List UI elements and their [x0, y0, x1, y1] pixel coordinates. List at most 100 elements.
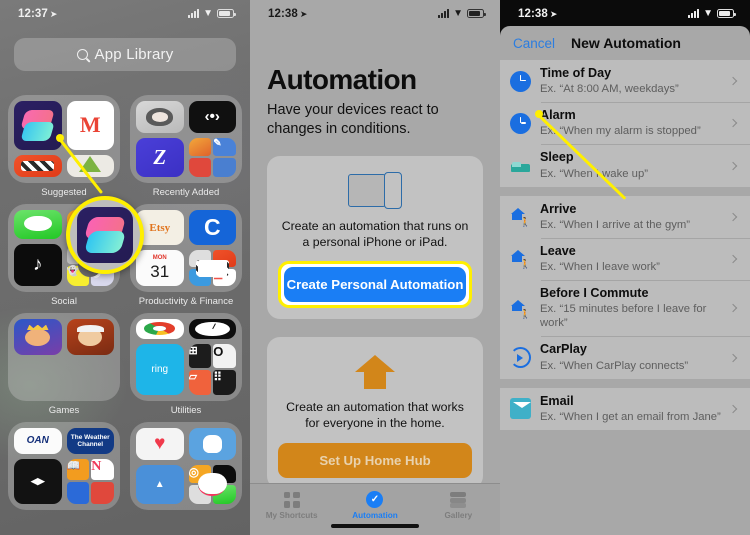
app-icon-calendar[interactable] — [136, 250, 184, 286]
house-icon — [278, 350, 472, 394]
sheet-title: New Automation — [571, 35, 681, 51]
personal-card-text: Create an automation that runs on a pers… — [281, 219, 469, 250]
create-personal-automation-button[interactable]: Create Personal Automation — [284, 267, 466, 303]
folder-games[interactable]: Games — [8, 313, 120, 416]
app-icon-more-group[interactable] — [66, 458, 114, 504]
chevron-right-icon — [728, 161, 738, 170]
stack-layers-icon — [450, 491, 467, 508]
app-icon-ring[interactable] — [136, 343, 184, 395]
app-icon-bear[interactable] — [188, 428, 236, 460]
list-item-sleep[interactable]: Sleep Ex. “When I wake up” — [500, 144, 750, 186]
app-library-search-label: App Library — [94, 46, 174, 63]
app-icon-weather-channel[interactable] — [66, 428, 114, 454]
app-icon-more-group[interactable] — [188, 464, 236, 504]
folder-label: Recently Added — [152, 187, 220, 198]
location-arrow-icon: ➤ — [49, 9, 58, 19]
status-time-right: 12:38 ➤ — [518, 8, 558, 20]
row-example: Ex. “At 8:00 AM, weekdays” — [540, 83, 679, 96]
folder-recently-added[interactable]: Recently Added — [130, 95, 242, 198]
status-bar-left: 12:37 ➤ ▼ — [0, 0, 250, 26]
status-time-left: 12:37 ➤ — [18, 8, 58, 20]
app-icon-more-group[interactable] — [188, 137, 236, 177]
app-icon-chase[interactable] — [188, 210, 236, 245]
panel-automation: 12:38 ➤ ▼ Automation Have your devices re… — [250, 0, 500, 535]
location-arrow-icon: ➤ — [299, 9, 308, 19]
list-item-time-of-day[interactable]: Time of Day Ex. “At 8:00 AM, weekdays” — [500, 60, 750, 102]
trigger-list[interactable]: Time of Day Ex. “At 8:00 AM, weekdays” A… — [500, 60, 750, 535]
app-library-search[interactable]: App Library — [14, 38, 236, 71]
list-item-carplay[interactable]: CarPlay Ex. “When CarPlay connects” — [500, 336, 750, 378]
app-icon-zinnia[interactable] — [136, 137, 184, 177]
row-title: Arrive — [540, 201, 577, 216]
app-icon-shark[interactable] — [136, 464, 184, 504]
app-icon-portrait[interactable] — [136, 101, 184, 133]
page-subtitle: Have your devices react to changes in co… — [267, 102, 439, 137]
location-arrow-icon: ➤ — [549, 9, 558, 19]
set-up-home-hub-button[interactable]: Set Up Home Hub — [278, 443, 472, 479]
app-icon-audio[interactable] — [188, 101, 236, 133]
app-icon-oan[interactable] — [14, 428, 62, 454]
row-example: Ex. “When CarPlay connects” — [540, 359, 689, 372]
app-icon-health[interactable] — [136, 428, 184, 460]
folder-label: Social — [51, 296, 77, 307]
modal-sheet: Cancel New Automation Time of Day Ex. “A… — [500, 26, 750, 535]
panel-new-automation: 12:38 ➤ ▼ Cancel New Automation Time of D… — [500, 0, 750, 535]
list-item-arrive[interactable]: 🚶 Arrive Ex. “When I arrive at the gym” — [500, 196, 750, 238]
tab-gallery[interactable]: Gallery — [417, 491, 500, 520]
app-icon-king-game[interactable] — [14, 319, 62, 355]
app-icon-messages[interactable] — [14, 210, 62, 239]
tab-label: My Shortcuts — [265, 511, 318, 520]
row-example: Ex. “When I wake up” — [540, 167, 648, 180]
shortcuts-app-magnifier — [66, 196, 144, 274]
app-icon-more-group[interactable] — [188, 343, 236, 395]
home-card-text: Create an automation that works for ever… — [286, 400, 464, 431]
tab-my-shortcuts[interactable]: My Shortcuts — [250, 491, 333, 520]
app-icon-more-group[interactable] — [188, 250, 236, 286]
list-item-before-i-commute[interactable]: 🚶 Before I Commute Ex. “15 minutes befor… — [500, 280, 750, 336]
mail-icon — [510, 398, 531, 420]
folder-label: Utilities — [170, 405, 202, 416]
folder-productivity-finance[interactable]: Productivity & Finance — [130, 204, 242, 307]
list-item-leave[interactable]: 🚶 Leave Ex. “When I leave work” — [500, 237, 750, 280]
chevron-right-icon — [728, 353, 738, 362]
app-icon-black[interactable] — [14, 458, 62, 504]
status-bar-middle: 12:38 ➤ ▼ — [250, 0, 500, 26]
chevron-right-icon — [728, 404, 738, 413]
app-icon-shortcuts[interactable] — [14, 101, 62, 150]
home-indicator — [331, 524, 419, 528]
app-icon-tiktok[interactable] — [14, 243, 62, 286]
row-title: Time of Day — [540, 66, 612, 80]
trigger-section-time: Time of Day Ex. “At 8:00 AM, weekdays” A… — [500, 60, 750, 187]
app-icon-sheikh-game[interactable] — [66, 319, 114, 355]
row-title: Alarm — [540, 108, 576, 123]
list-item-alarm[interactable]: Alarm Ex. “When my alarm is stopped” — [500, 102, 750, 144]
wifi-icon: ▼ — [453, 7, 463, 19]
app-icon-gmail[interactable] — [66, 101, 114, 150]
grid-squares-icon — [283, 491, 300, 508]
list-item-email[interactable]: Email Ex. “When I get an email from Jane… — [500, 388, 750, 430]
row-example: Ex. “When my alarm is stopped” — [540, 125, 701, 138]
status-time-middle: 12:38 ➤ — [268, 8, 308, 20]
cellular-signal-icon — [687, 8, 700, 18]
app-icon-mapmyrun[interactable] — [14, 154, 62, 177]
status-bar-right: 12:38 ➤ ▼ — [500, 0, 750, 26]
sheet-navbar: Cancel New Automation — [500, 26, 750, 60]
folder-news[interactable] — [8, 422, 120, 514]
chevron-right-icon — [728, 304, 738, 313]
home-walk-icon: 🚶 — [510, 248, 531, 269]
row-title: Sleep — [540, 150, 574, 165]
home-walk-icon: 🚶 — [510, 298, 531, 319]
home-automation-card: Create an automation that works for ever… — [267, 337, 483, 490]
row-title: Email — [540, 393, 574, 408]
folder-label: Games — [48, 405, 80, 416]
app-icon-clock[interactable] — [188, 319, 236, 339]
folder-utilities[interactable]: Utilities — [130, 313, 242, 416]
chevron-right-icon — [728, 254, 738, 264]
home-walk-icon: 🚶 — [510, 206, 531, 227]
devices-ipad-iphone-icon — [278, 169, 472, 213]
app-icon-chrome[interactable] — [136, 319, 184, 339]
tab-automation[interactable]: ✓ Automation — [333, 491, 416, 520]
folder-health[interactable] — [130, 422, 242, 514]
cancel-button[interactable]: Cancel — [513, 36, 555, 51]
personal-automation-card: Create an automation that runs on a pers… — [267, 156, 483, 320]
